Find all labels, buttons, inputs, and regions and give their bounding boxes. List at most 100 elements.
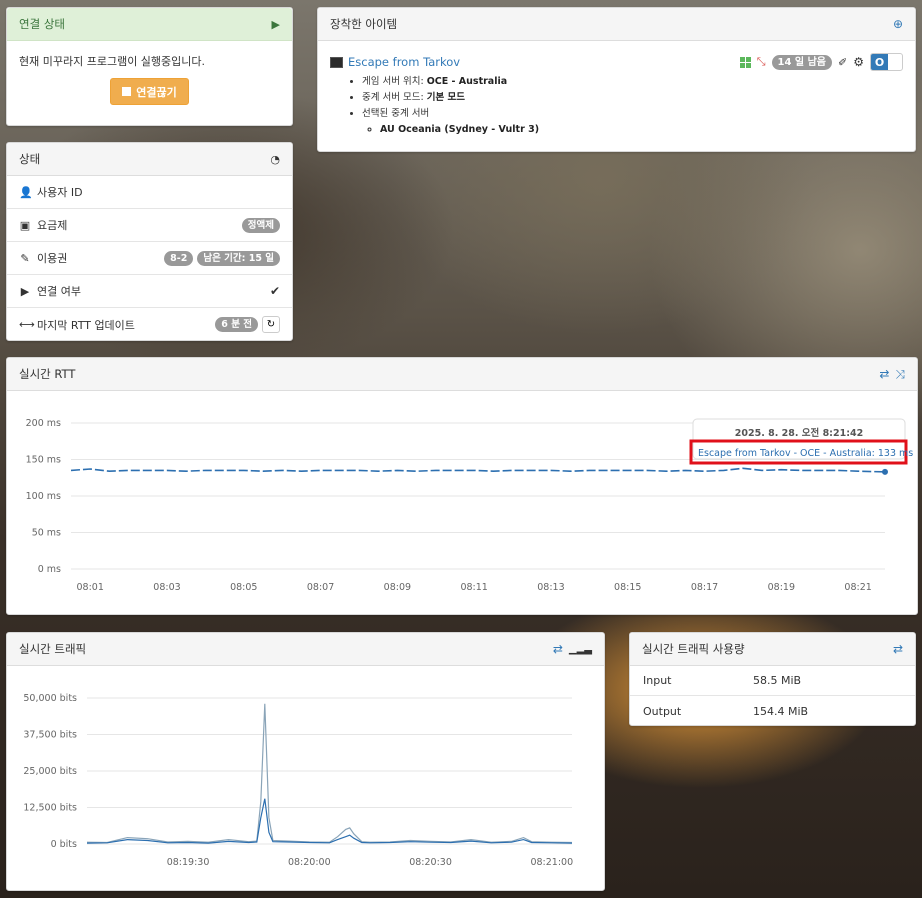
status-badge: 8-2 (164, 250, 194, 266)
detail-value: AU Oceania (Sydney - Vultr 3) (380, 124, 540, 135)
connection-message: 현재 미꾸라지 프로그램이 실행중입니다. (19, 55, 206, 68)
usage-value: 154.4 MiB (753, 704, 809, 718)
x-tick-label: 08:19:30 (167, 857, 210, 868)
y-tick-label: 0 bits (51, 839, 77, 850)
traffic-series-line-1 (86, 703, 573, 844)
connection-panel-title: 연결 상태 (19, 17, 65, 31)
rtt-panel: 실시간 RTT ⇄ ⤨ 200 ms 150 ms 100 ms 50 ms 0 ms 0… (6, 357, 918, 615)
y-tick-label: 100 ms (26, 491, 61, 502)
traffic-panel-title: 실시간 트래픽 (19, 642, 87, 656)
status-row-plan: ▣ 요금제 정액제 (7, 209, 292, 242)
money-icon: ▣ (19, 218, 31, 232)
x-tick-label: 08:07 (307, 582, 334, 593)
magic-wand-icon[interactable]: ✐ (838, 56, 847, 69)
status-badge: 정액제 (241, 217, 280, 233)
detail-value: 기본 모드 (426, 92, 465, 103)
refresh-icon[interactable]: ⇄ (879, 367, 889, 381)
stop-icon (122, 87, 132, 96)
tooltip-series: Escape from Tarkov - OCE - Australia: 13… (698, 448, 913, 459)
usage-label: Input (643, 674, 672, 687)
equipped-items-panel: 장착한 아이템 ⊕ Escape from Tarkov 게임 서버 위치: O… (317, 7, 916, 152)
days-left-badge: 14 일 남음 (771, 54, 833, 70)
traffic-chart: 50,000 bits 37,500 bits 25,000 bits 12,500 … (23, 693, 573, 868)
usage-value: 58.5 MiB (753, 674, 802, 687)
traffic-usage-panel: 실시간 트래픽 사용량 ⇄ Input 58.5 MiB Output 154.… (629, 632, 916, 726)
detail-label: 선택된 중계 서버 (362, 108, 430, 119)
game-link[interactable]: Escape from Tarkov (348, 55, 460, 69)
y-tick-label: 50,000 bits (23, 693, 77, 704)
status-row-label: 이용권 (37, 252, 68, 265)
ticket-icon: ✎ (20, 251, 30, 265)
y-tick-label: 0 ms (38, 564, 61, 575)
detail-value: OCE - Australia (426, 76, 508, 87)
refresh-icon[interactable]: ⇄ (553, 642, 563, 656)
x-tick-label: 08:11 (460, 582, 487, 593)
rtt-last-point (882, 468, 888, 475)
refresh-icon: ↻ (266, 319, 276, 330)
y-tick-label: 50 ms (32, 528, 61, 539)
x-tick-label: 08:20:00 (288, 857, 331, 868)
y-tick-label: 25,000 bits (23, 766, 77, 777)
list-item: 선택된 중계 서버 AU Oceania (Sydney - Vultr 3) (362, 106, 903, 138)
x-tick-label: 08:05 (230, 582, 257, 593)
user-icon: 👤 (19, 185, 33, 199)
list-item: AU Oceania (Sydney - Vultr 3) (380, 122, 903, 138)
traffic-usage-title: 실시간 트래픽 사용량 (642, 642, 745, 656)
x-tick-label: 08:03 (153, 582, 180, 593)
detail-label: 중계 서버 모드: (362, 92, 427, 103)
windows-icon (739, 56, 751, 68)
x-tick-label: 08:19 (768, 582, 795, 593)
rtt-series-line (70, 467, 886, 473)
plus-circle-icon[interactable]: ⊕ (893, 17, 903, 31)
random-icon[interactable]: ⤨ (895, 367, 905, 382)
disconnect-button[interactable]: 연결끊기 (110, 78, 189, 105)
play-icon: ▶ (20, 284, 30, 298)
status-row-label: 사용자 ID (37, 186, 83, 199)
play-icon[interactable]: ▶ (272, 18, 280, 31)
refresh-rtt-button[interactable]: ↻ (262, 316, 280, 333)
status-row-rtt-update: ⟷ 마지막 RTT 업데이트 6 분 전 ↻ (7, 308, 292, 341)
y-tick-label: 200 ms (26, 418, 61, 429)
refresh-icon[interactable]: ⇄ (893, 642, 903, 656)
status-panel-header: 상태 ◔ (7, 143, 292, 176)
status-row-connected: ▶ 연결 여부 ✔ (7, 275, 292, 308)
disconnect-button-label: 연결끊기 (136, 85, 177, 99)
x-tick-label: 08:20:30 (409, 857, 452, 868)
status-row-label: 요금제 (37, 219, 68, 232)
usage-row-output: Output 154.4 MiB (630, 696, 915, 726)
rtt-panel-title: 실시간 RTT (19, 367, 76, 381)
traffic-usage-header: 실시간 트래픽 사용량 ⇄ (630, 633, 915, 666)
usage-row-input: Input 58.5 MiB (630, 666, 915, 696)
connection-panel: 연결 상태 ▶ 현재 미꾸라지 프로그램이 실행중입니다. 연결끊기 (6, 7, 293, 126)
x-tick-label: 08:21:00 (530, 857, 573, 868)
traffic-panel-header: 실시간 트래픽 ⇄ ▁▂▃ (7, 633, 604, 666)
equipped-items-title: 장착한 아이템 (330, 17, 398, 31)
signal-icon[interactable]: ▁▂▃ (569, 644, 592, 655)
traffic-panel: 실시간 트래픽 ⇄ ▁▂▃ 50,000 bits 37,500 bits 25,0… (6, 632, 605, 891)
status-row-label: 연결 여부 (37, 285, 81, 298)
connection-panel-header: 연결 상태 ▶ (7, 8, 292, 41)
list-item: 게임 서버 위치: OCE - Australia (362, 74, 903, 90)
gear-icon[interactable]: ⚙ (853, 55, 864, 69)
equipped-items-header: 장착한 아이템 ⊕ (318, 8, 915, 41)
arrows-icon: ⟷ (19, 318, 35, 331)
x-tick-label: 08:01 (77, 582, 104, 593)
rtt-tooltip: 2025. 8. 28. 오전 8:21:42 Escape from Tarko… (689, 418, 913, 465)
status-row-label: 마지막 RTT 업데이트 (37, 318, 135, 332)
status-badge: 남은 기간: 15 일 (197, 250, 280, 266)
traffic-series-line-2 (86, 798, 573, 844)
x-tick-label: 08:21 (844, 582, 871, 593)
y-tick-label: 37,500 bits (23, 730, 77, 741)
x-tick-label: 08:17 (691, 582, 718, 593)
toggle-on-label: O (871, 54, 888, 70)
x-tick-label: 08:15 (614, 582, 641, 593)
tooltip-time: 2025. 8. 28. 오전 8:21:42 (735, 427, 863, 439)
game-toggle[interactable]: O (870, 53, 903, 71)
game-details-list: 게임 서버 위치: OCE - Australia 중계 서버 모드: 기본 모… (330, 74, 903, 138)
dashboard-icon: ◔ (270, 152, 280, 166)
detail-label: 게임 서버 위치: (362, 76, 427, 87)
compress-icon[interactable]: ⤡ (757, 55, 766, 69)
x-tick-label: 08:09 (384, 582, 411, 593)
y-tick-label: 12,500 bits (23, 803, 77, 814)
usage-label: Output (643, 704, 682, 718)
